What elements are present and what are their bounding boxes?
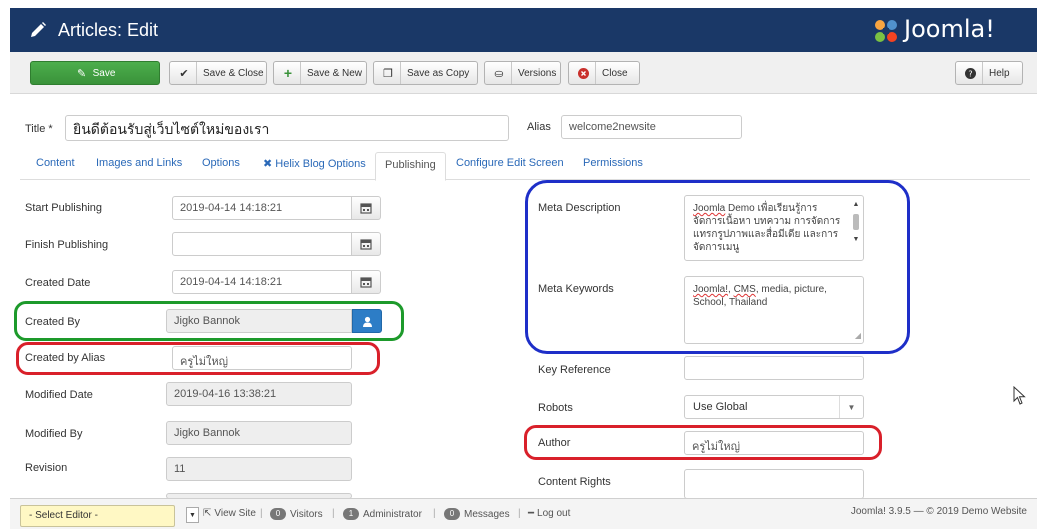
chevron-down-icon: ▼ [839,396,863,418]
mouse-cursor-icon [1013,386,1026,405]
view-site-link[interactable]: ⇱ View Site [203,508,256,519]
alias-label: Alias [527,121,551,133]
versions-button[interactable]: ⛀ Versions [484,61,561,85]
highlight-created-by-alias [16,342,380,375]
visitors-link[interactable]: 0 Visitors [270,508,323,520]
question-icon: ? [963,66,977,80]
edit-icon: ✎ [76,67,87,80]
calendar-icon [360,277,372,288]
messages-count-badge: 0 [444,508,460,520]
modified-date-label: Modified Date [25,389,93,401]
check-icon: ✔ [179,67,189,80]
tab-bar: Content Images and Links Options ✖ Helix… [20,152,1030,181]
robots-label: Robots [538,402,573,414]
calendar-icon [360,239,372,250]
robots-select[interactable]: Use Global ▼ [684,395,864,419]
finish-publishing-input[interactable] [172,232,352,256]
administrator-count-badge: 1 [343,508,359,520]
key-reference-label: Key Reference [538,364,611,376]
logout-link[interactable]: ━ Log out [528,508,570,519]
tab-images-links[interactable]: Images and Links [96,157,182,169]
content-rights-label: Content Rights [538,476,611,488]
save-close-button[interactable]: ✔ Save & Close [169,61,267,85]
help-button[interactable]: ? Help [955,61,1023,85]
tab-content[interactable]: Content [36,157,75,169]
tab-options[interactable]: Options [202,157,240,169]
page-header: Articles: Edit Joomla! [10,8,1037,52]
revision-label: Revision [25,462,68,474]
tab-permissions[interactable]: Permissions [583,157,643,169]
archive-icon: ⛀ [494,67,504,80]
highlight-created-by [14,301,404,341]
save-new-button[interactable]: + Save & New [273,61,367,85]
created-date-calendar-button[interactable] [351,270,381,294]
close-icon [576,66,590,80]
modified-date-input: 2019-04-16 13:38:21 [166,382,352,406]
calendar-icon [360,203,372,214]
svg-text:?: ? [968,69,972,78]
joomla-mark-icon [875,20,897,42]
editor-select[interactable]: - Select Editor - [20,505,175,527]
modified-by-label: Modified By [25,428,83,440]
page-title: Articles: Edit [58,20,159,40]
title-label: Title * [25,123,53,135]
modified-by-input: Jigko Bannok [166,421,352,445]
highlight-metadata [525,180,910,354]
tab-configure-edit-screen[interactable]: Configure Edit Screen [456,157,564,169]
tab-publishing[interactable]: Publishing [375,152,446,181]
finish-publishing-calendar-button[interactable] [351,232,381,256]
copy-icon: ❐ [383,67,393,80]
key-reference-input[interactable] [684,356,864,380]
highlight-author [524,425,882,460]
title-input[interactable]: ยินดีต้อนรับสู่เว็บไซต์ใหม่ของเรา [65,115,509,141]
visitors-count-badge: 0 [270,508,286,520]
created-date-input[interactable]: 2019-04-14 14:18:21 [172,270,352,294]
helix-icon: ✖ [263,158,273,170]
minus-icon: ━ [528,508,535,519]
save-as-copy-button[interactable]: ❐ Save as Copy [373,61,478,85]
created-date-label: Created Date [25,277,91,289]
editor-select-caret-icon[interactable]: ▼ [186,507,199,523]
pencil-icon [31,22,46,37]
start-publishing-input[interactable]: 2019-04-14 14:18:21 [172,196,352,220]
alias-input[interactable]: welcome2newsite [561,115,742,139]
joomla-logo[interactable]: Joomla! [872,15,1032,45]
finish-publishing-label: Finish Publishing [25,239,109,251]
toolbar: ✎ Save ✔ Save & Close + Save & New ❐ Sav… [10,52,1037,94]
external-link-icon: ⇱ [203,508,212,519]
status-bar: - Select Editor - ▼ ⇱ View Site | 0 Visi… [10,498,1037,529]
start-publishing-label: Start Publishing [25,202,103,214]
save-button[interactable]: ✎ Save [30,61,160,85]
plus-icon: + [283,65,293,81]
close-button[interactable]: Close [568,61,640,85]
administrator-link[interactable]: 1 Administrator [343,508,422,520]
messages-link[interactable]: 0 Messages [444,508,510,520]
content-rights-textarea[interactable] [684,469,864,499]
start-publishing-calendar-button[interactable] [351,196,381,220]
tab-helix-blog-options[interactable]: ✖ Helix Blog Options [263,157,366,170]
revision-input: 11 [166,457,352,481]
joomla-wordmark: Joomla! [904,15,995,43]
footer-copyright: Joomla! 3.9.5 — © 2019 Demo Website [850,506,1027,517]
